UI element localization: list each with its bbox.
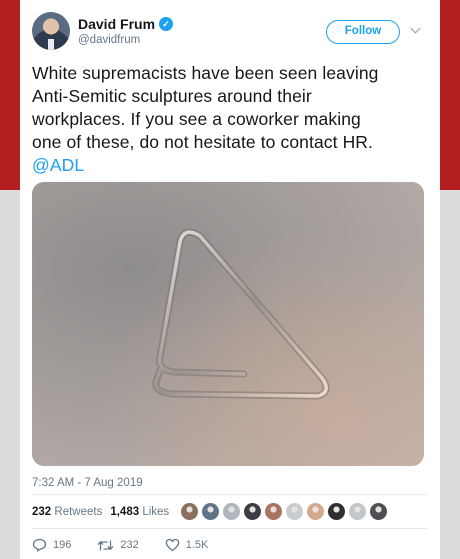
retweet-icon <box>98 539 114 551</box>
tweet-line: one of these, do not hesitate to contact… <box>32 132 374 152</box>
paperclip-image <box>152 228 330 400</box>
author-name-row: David Frum ✓ <box>78 16 174 32</box>
tweet-line: workplaces. If you see a coworker making <box>32 109 361 129</box>
liker-avatar[interactable] <box>243 502 262 521</box>
liker-avatar[interactable] <box>285 502 304 521</box>
verified-badge-icon: ✓ <box>159 17 174 31</box>
liker-avatar[interactable] <box>348 502 367 521</box>
tweet-text: White supremacists have been seen leavin… <box>32 62 432 177</box>
reply-button[interactable]: 196 <box>32 538 71 552</box>
liker-avatar[interactable] <box>222 502 241 521</box>
retweets-count: 232 <box>32 506 52 518</box>
author-avatar[interactable] <box>32 12 70 50</box>
tweet-photo[interactable] <box>32 182 424 466</box>
tweet-line: Anti-Semitic sculptures around their <box>32 86 312 106</box>
likes-label: Likes <box>142 506 170 518</box>
likes-stat[interactable]: 1,483 Likes <box>110 506 169 518</box>
liker-avatar[interactable] <box>180 502 199 521</box>
engagement-stats: 232 Retweets 1,483 Likes <box>32 506 169 518</box>
tweet-card: David Frum ✓ @davidfrum Follow White sup… <box>20 0 440 559</box>
liker-avatar[interactable] <box>369 502 388 521</box>
retweets-stat[interactable]: 232 Retweets <box>32 506 102 518</box>
background-right-edge <box>440 0 460 559</box>
tweet-actions: 196 232 1.5K <box>32 538 234 552</box>
divider <box>32 528 428 529</box>
heart-icon <box>165 538 180 552</box>
liker-avatar[interactable] <box>306 502 325 521</box>
reply-count: 196 <box>53 539 72 551</box>
tweet-timestamp[interactable]: 7:32 AM - 7 Aug 2019 <box>32 477 143 489</box>
liker-avatar[interactable] <box>264 502 283 521</box>
liker-avatars <box>180 502 388 521</box>
follow-button[interactable]: Follow <box>326 20 400 44</box>
retweets-label: Retweets <box>54 506 103 518</box>
author-name[interactable]: David Frum <box>78 16 155 32</box>
like-button[interactable]: 1.5K <box>165 538 209 552</box>
like-count: 1.5K <box>185 539 209 551</box>
background-left-edge <box>0 0 20 559</box>
chevron-down-icon[interactable] <box>410 23 421 34</box>
retweet-button[interactable]: 232 <box>97 539 139 552</box>
likes-count: 1,483 <box>110 506 140 518</box>
reply-icon <box>32 538 47 552</box>
divider <box>32 494 428 495</box>
tweet-line: White supremacists have been seen leavin… <box>32 63 379 83</box>
author-handle[interactable]: @davidfrum <box>78 34 140 46</box>
liker-avatar[interactable] <box>327 502 346 521</box>
mention-link[interactable]: @ADL <box>32 154 432 177</box>
liker-avatar[interactable] <box>201 502 220 521</box>
retweet-count: 232 <box>120 539 139 551</box>
